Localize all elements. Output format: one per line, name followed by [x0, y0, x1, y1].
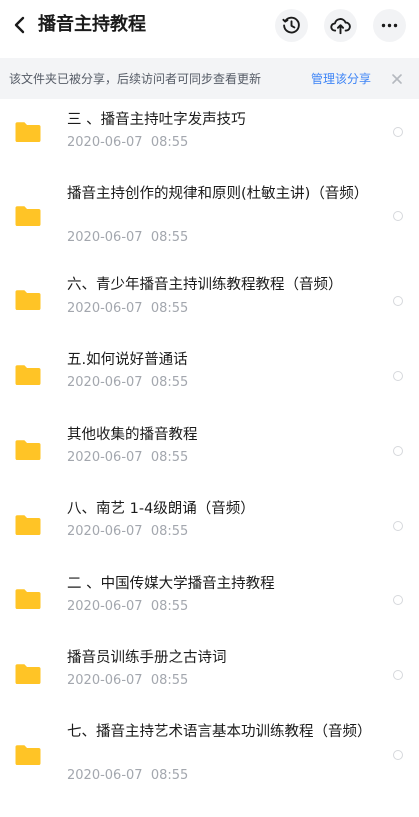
- top-bar: 播音主持教程: [0, 0, 419, 52]
- file-date: 2020-06-07 08:55: [67, 673, 189, 688]
- folder-icon: [14, 663, 42, 685]
- folder-icon: [14, 289, 42, 311]
- select-checkbox[interactable]: [393, 371, 403, 381]
- file-name: 五.如何说好普通话: [67, 352, 188, 368]
- list-item[interactable]: 二 、中国传媒大学播音主持教程 2020-06-07 08:55: [0, 99, 419, 817]
- list-item[interactable]: 播音员训练手册之古诗词 2020-06-07 08:55: [0, 99, 419, 817]
- folder-icon: [14, 514, 42, 536]
- select-checkbox[interactable]: [393, 750, 403, 760]
- select-checkbox[interactable]: [393, 211, 403, 221]
- file-name: 其他收集的播音教程: [67, 427, 198, 443]
- manage-share-link[interactable]: 管理该分享: [311, 71, 371, 87]
- file-date: 2020-06-07 08:55: [67, 301, 189, 316]
- folder-icon: [14, 364, 42, 386]
- select-checkbox[interactable]: [393, 670, 403, 680]
- share-banner: 该文件夹已被分享，后续访问者可同步查看更新 管理该分享: [0, 58, 419, 99]
- folder-icon: [14, 121, 42, 143]
- list-item[interactable]: 播音主持创作的规律和原则(杜敏主讲)（音频） 2020-06-07 08:55: [0, 99, 419, 817]
- list-item[interactable]: 七、播音主持艺术语言基本功训练教程（音频） 2020-06-07 08:55: [0, 99, 419, 817]
- file-date: 2020-06-07 08:55: [67, 599, 189, 614]
- folder-icon: [14, 744, 42, 766]
- history-icon: [282, 16, 300, 34]
- file-name: 播音主持创作的规律和原则(杜敏主讲)（音频）: [67, 186, 369, 202]
- file-list: 三 、播音主持吐字发声技巧 2020-06-07 08:55 播音主持创作的规律和原…: [0, 99, 419, 817]
- back-icon[interactable]: [8, 12, 32, 38]
- list-item[interactable]: 三 、播音主持吐字发声技巧 2020-06-07 08:55: [0, 99, 419, 817]
- cloud-upload-button[interactable]: [324, 9, 357, 42]
- select-checkbox[interactable]: [393, 595, 403, 605]
- file-name: 三 、播音主持吐字发声技巧: [67, 112, 246, 128]
- file-name: 六、青少年播音主持训练教程教程（音频）: [67, 277, 343, 293]
- cloud-upload-icon: [330, 18, 351, 35]
- file-date: 2020-06-07 08:55: [67, 524, 189, 539]
- page-title: 播音主持教程: [38, 14, 146, 35]
- file-name: 八、南艺 1-4级朗诵（音频）: [67, 501, 255, 517]
- folder-icon: [14, 439, 42, 461]
- more-button[interactable]: [373, 9, 406, 42]
- close-icon[interactable]: [389, 71, 405, 87]
- select-checkbox[interactable]: [393, 446, 403, 456]
- file-name: 二 、中国传媒大学播音主持教程: [67, 576, 275, 592]
- file-name: 七、播音主持艺术语言基本功训练教程（音频）: [67, 724, 372, 740]
- file-date: 2020-06-07 08:55: [67, 768, 189, 783]
- list-item[interactable]: 其他收集的播音教程 2020-06-07 08:55: [0, 99, 419, 817]
- file-date: 2020-06-07 08:55: [67, 135, 189, 150]
- list-item[interactable]: 五.如何说好普通话 2020-06-07 08:55: [0, 99, 419, 817]
- banner-text: 该文件夹已被分享，后续访问者可同步查看更新: [9, 72, 262, 86]
- file-name: 播音员训练手册之古诗词: [67, 650, 227, 666]
- file-date: 2020-06-07 08:55: [67, 450, 189, 465]
- history-button[interactable]: [275, 9, 308, 42]
- file-date: 2020-06-07 08:55: [67, 375, 189, 390]
- more-icon: [381, 23, 398, 28]
- list-item[interactable]: 八、南艺 1-4级朗诵（音频） 2020-06-07 08:55: [0, 99, 419, 817]
- select-checkbox[interactable]: [393, 296, 403, 306]
- list-item[interactable]: 六、青少年播音主持训练教程教程（音频） 2020-06-07 08:55: [0, 99, 419, 817]
- select-checkbox[interactable]: [393, 521, 403, 531]
- file-date: 2020-06-07 08:55: [67, 230, 189, 245]
- folder-icon: [14, 205, 42, 227]
- select-checkbox[interactable]: [393, 127, 403, 137]
- folder-icon: [14, 588, 42, 610]
